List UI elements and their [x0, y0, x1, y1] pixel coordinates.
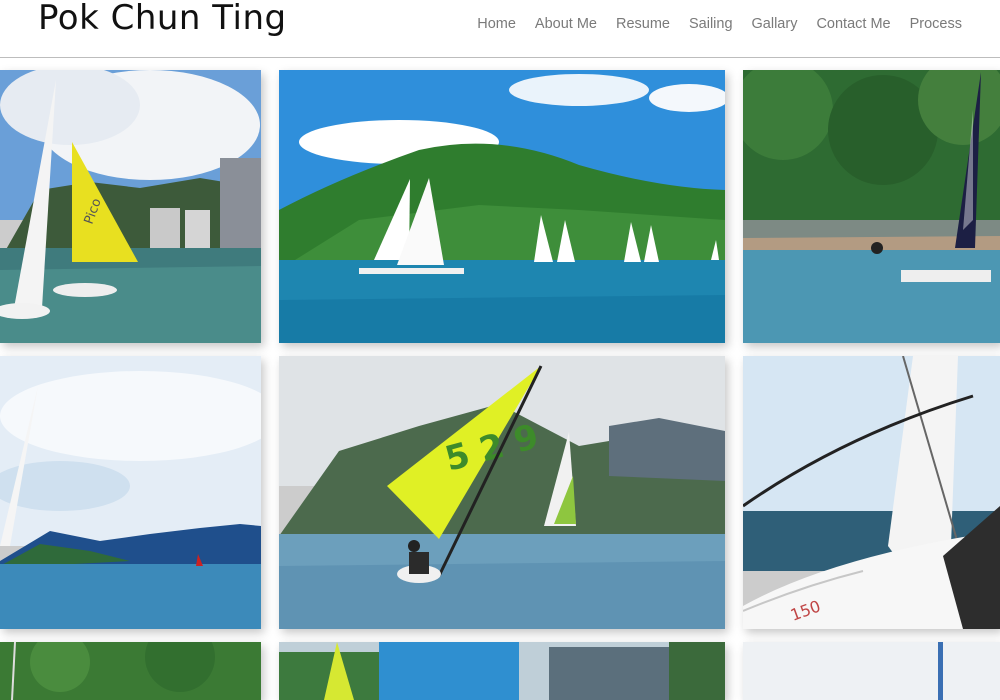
photo-green-hillside — [0, 642, 261, 700]
nav-contact-me[interactable]: Contact Me — [816, 16, 890, 32]
photo-dinghy-city: Pico — [0, 70, 261, 343]
gallery-photo-6[interactable]: 150 — [743, 356, 1000, 629]
gallery-photo-4[interactable] — [0, 356, 261, 629]
main-nav: Home About Me Resume Sailing Gallary Con… — [477, 16, 962, 32]
gallery-photo-7[interactable] — [0, 642, 261, 700]
photo-dinghy-fleet — [279, 70, 725, 343]
nav-process[interactable]: Process — [910, 16, 962, 32]
nav-resume[interactable]: Resume — [616, 16, 670, 32]
photo-bay-mountains — [0, 356, 261, 629]
gallery-photo-9[interactable] — [743, 642, 1000, 700]
nav-gallary[interactable]: Gallary — [752, 16, 798, 32]
photo-harbour-sails — [279, 642, 725, 700]
nav-about-me[interactable]: About Me — [535, 16, 597, 32]
site-header: Pok Chun Ting Home About Me Resume Saili… — [0, 0, 1000, 58]
gallery-photo-8[interactable] — [279, 642, 725, 700]
gallery-photo-2[interactable] — [279, 70, 725, 343]
site-title[interactable]: Pok Chun Ting — [38, 0, 287, 38]
photo-lime-sail-race: 5 2 9 — [279, 356, 725, 629]
photo-onboard-view: 150 — [743, 356, 1000, 629]
nav-home[interactable]: Home — [477, 16, 516, 32]
gallery-photo-3[interactable] — [743, 70, 1000, 343]
photo-catamaran-shore — [743, 70, 1000, 343]
nav-sailing[interactable]: Sailing — [689, 16, 733, 32]
photo-pale-sky-mast — [743, 642, 1000, 700]
gallery-photo-1[interactable]: Pico — [0, 70, 261, 343]
gallery-photo-5[interactable]: 5 2 9 — [279, 356, 725, 629]
